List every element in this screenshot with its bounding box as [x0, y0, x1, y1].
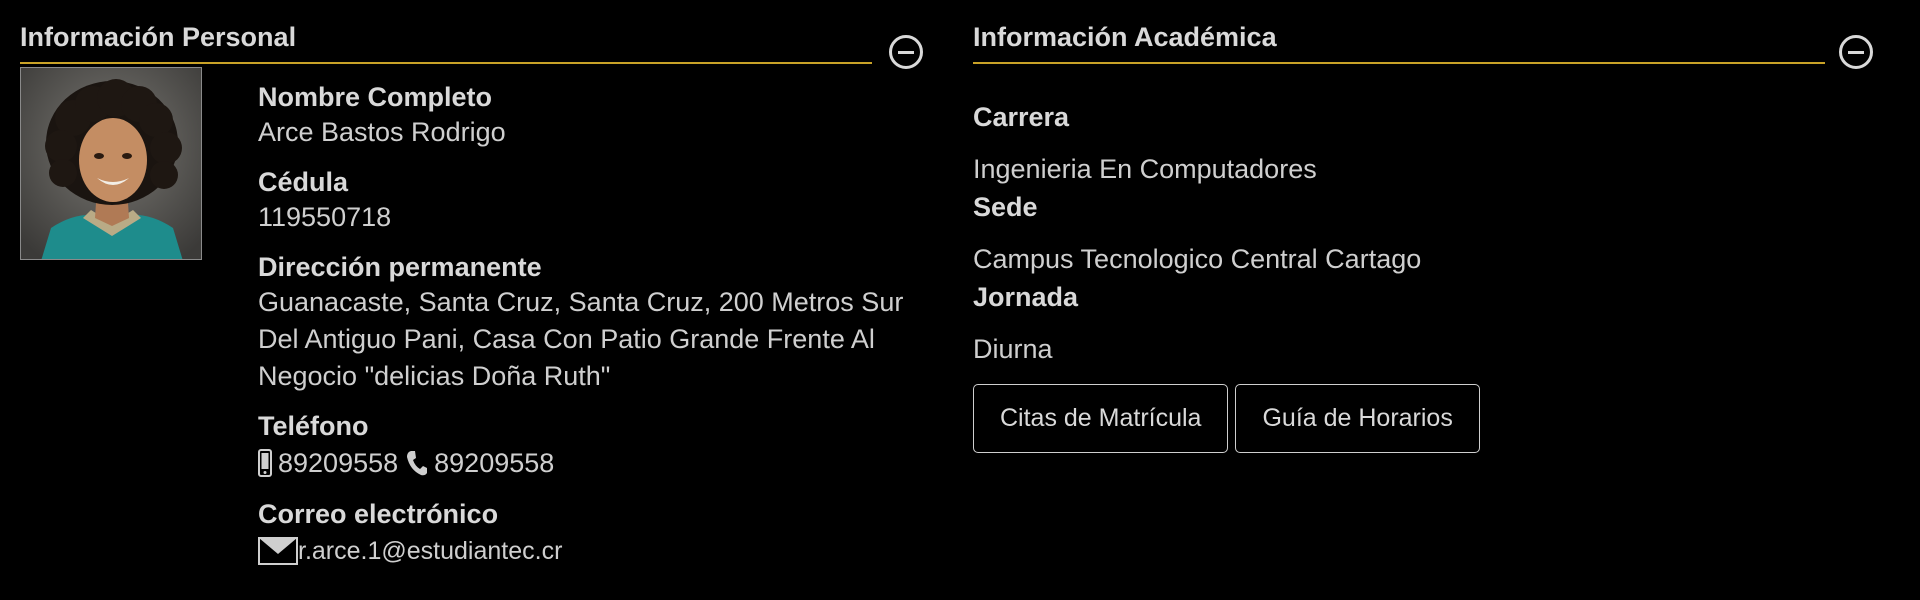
- campus-label: Sede: [973, 192, 1038, 222]
- personal-info-header: Información Personal: [20, 0, 932, 69]
- full-name-field: Nombre Completo Arce Bastos Rodrigo: [258, 80, 918, 151]
- personal-fields: Nombre Completo Arce Bastos Rodrigo Cédu…: [258, 80, 918, 585]
- student-photo: [20, 67, 202, 260]
- campus-value: Campus Tecnologico Central Cartago: [973, 244, 1422, 274]
- address-label: Dirección permanente: [258, 252, 542, 282]
- phone-label: Teléfono: [258, 411, 369, 441]
- personal-info-title: Información Personal: [20, 22, 297, 52]
- id-value: 119550718: [258, 202, 392, 232]
- landline-phone-value: 89209558: [434, 448, 555, 478]
- academic-fields: Carrera Ingenieria En Computadores Sede …: [973, 98, 1853, 453]
- personal-info-panel: Información Personal Nombre Completo Arc…: [20, 0, 932, 565]
- email-field: Correo electrónico r.arce.1@estudiantec.…: [258, 497, 918, 571]
- envelope-icon: [258, 537, 298, 565]
- academic-info-title: Información Académica: [973, 22, 1277, 52]
- id-label: Cédula: [258, 167, 349, 197]
- academic-info-divider: [973, 62, 1825, 64]
- academic-actions: Citas de Matrícula Guía de Horarios: [973, 384, 1853, 453]
- career-value: Ingenieria En Computadores: [973, 154, 1317, 184]
- student-portrait-image: [21, 68, 201, 259]
- schedule-value: Diurna: [973, 334, 1053, 364]
- phone-handset-icon: [406, 450, 428, 476]
- full-name-label: Nombre Completo: [258, 82, 493, 112]
- address-field: Dirección permanente Guanacaste, Santa C…: [258, 250, 918, 395]
- email-row: r.arce.1@estudiantec.cr: [258, 531, 918, 571]
- mobile-phone-icon: [258, 449, 272, 477]
- email-label: Correo electrónico: [258, 499, 499, 529]
- mobile-phone-value: 89209558: [278, 448, 399, 478]
- academic-info-panel: Información Académica Carrera Ingenieria…: [973, 0, 1883, 453]
- academic-info-header: Información Académica: [973, 0, 1883, 69]
- phone-row: 89209558 89209558: [258, 443, 918, 483]
- full-name-value: Arce Bastos Rodrigo: [258, 117, 506, 147]
- enrollment-appointments-button[interactable]: Citas de Matrícula: [973, 384, 1229, 453]
- collapse-academic-info-icon[interactable]: [1839, 35, 1873, 69]
- phone-field: Teléfono 89209558 89209558: [258, 409, 918, 483]
- schedule-label: Jornada: [973, 282, 1079, 312]
- personal-info-divider: [20, 62, 872, 64]
- schedule-guide-button[interactable]: Guía de Horarios: [1235, 384, 1480, 453]
- address-value: Guanacaste, Santa Cruz, Santa Cruz, 200 …: [258, 287, 904, 391]
- email-value[interactable]: r.arce.1@estudiantec.cr: [298, 531, 562, 571]
- id-field: Cédula 119550718: [258, 165, 918, 236]
- collapse-personal-info-icon[interactable]: [889, 35, 923, 69]
- career-label: Carrera: [973, 102, 1070, 132]
